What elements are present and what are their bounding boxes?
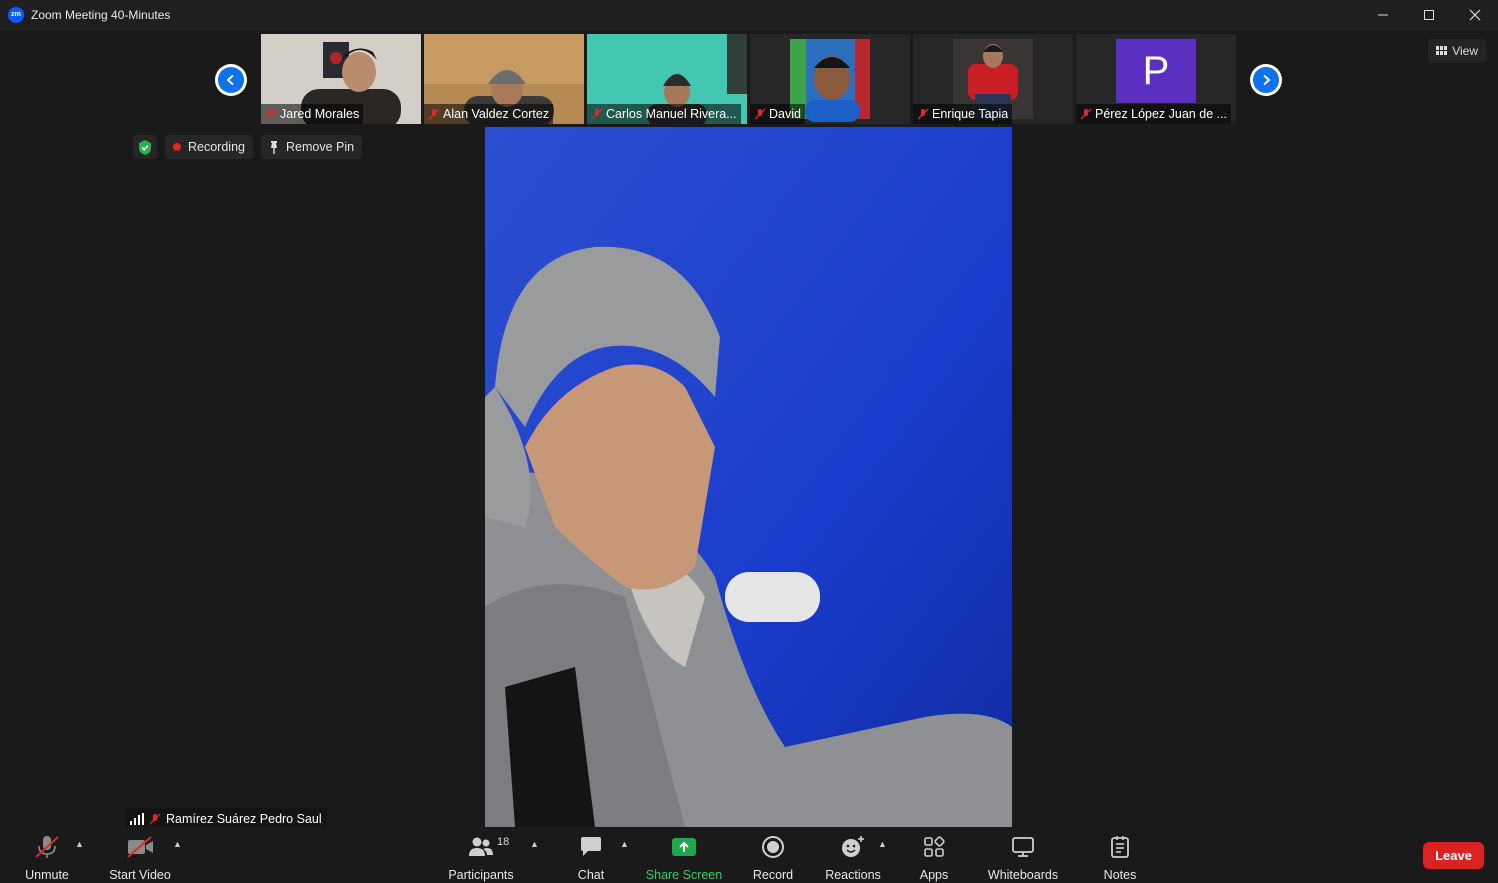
mic-off-icon	[35, 836, 59, 858]
active-speaker-label: Ramírez Suárez Pedro Saul	[125, 808, 327, 829]
chat-icon	[581, 837, 601, 856]
participant-name: Alan Valdez Cortez	[443, 107, 550, 121]
meeting-stage: Jared Morales Alan Valdez Cortez Carlos …	[0, 31, 1498, 829]
recording-dot-icon	[173, 143, 181, 151]
notes-label: Notes	[1103, 868, 1137, 882]
remove-pin-button[interactable]: Remove Pin	[260, 135, 363, 159]
previous-page-button[interactable]	[215, 64, 247, 96]
chevron-left-icon	[226, 74, 234, 86]
recording-label: Recording	[188, 140, 245, 154]
participant-name: David	[769, 107, 801, 121]
mic-muted-icon	[428, 108, 440, 120]
whiteboards-button[interactable]: Whiteboards	[986, 827, 1060, 883]
signal-strength-icon	[130, 812, 144, 825]
minimize-icon	[1378, 14, 1388, 16]
participant-name: Enrique Tapia	[932, 107, 1009, 121]
start-video-button[interactable]: Start Video	[104, 827, 176, 883]
window-controls	[1360, 0, 1498, 30]
minimize-button[interactable]	[1360, 0, 1406, 30]
participant-tile[interactable]: P Pérez López Juan de ...	[1076, 34, 1236, 124]
participants-options-caret-icon[interactable]: ▲	[530, 839, 539, 849]
mic-muted-icon	[754, 108, 766, 120]
participant-name: Carlos Manuel Rivera...	[606, 107, 737, 121]
mic-muted-icon	[1080, 108, 1092, 120]
start-video-label: Start Video	[109, 868, 171, 882]
notes-button[interactable]: Notes	[1100, 827, 1140, 883]
reactions-icon	[842, 836, 864, 857]
video-options-caret-icon[interactable]: ▲	[173, 839, 182, 849]
record-button[interactable]: Record	[750, 827, 796, 883]
window-title: Zoom Meeting 40-Minutes	[31, 7, 171, 22]
chat-button[interactable]: Chat	[570, 827, 612, 883]
pinned-video	[485, 127, 1012, 827]
speaker-video-frame	[485, 127, 1012, 827]
active-speaker-name: Ramírez Suárez Pedro Saul	[166, 811, 322, 826]
shield-check-icon	[139, 139, 151, 155]
close-button[interactable]	[1452, 0, 1498, 30]
mic-muted-icon	[591, 108, 603, 120]
apps-button[interactable]: Apps	[914, 827, 954, 883]
leave-button[interactable]: Leave	[1423, 842, 1484, 869]
participant-tile[interactable]: Alan Valdez Cortez	[424, 34, 584, 124]
share-screen-icon	[672, 838, 696, 856]
participant-strip: Jared Morales Alan Valdez Cortez Carlos …	[261, 34, 1236, 124]
mic-muted-icon	[917, 108, 929, 120]
participants-label: Participants	[448, 868, 514, 882]
next-page-button[interactable]	[1250, 64, 1282, 96]
maximize-icon	[1424, 10, 1434, 20]
chat-options-caret-icon[interactable]: ▲	[620, 839, 629, 849]
pin-icon	[270, 140, 277, 154]
participant-tile[interactable]: Jared Morales	[261, 34, 421, 124]
participant-tile[interactable]: Enrique Tapia	[913, 34, 1073, 124]
chevron-right-icon	[1263, 74, 1271, 86]
meeting-toolbar: Unmute ▲ Start Video ▲ Participants 18 ▲…	[0, 827, 1498, 883]
view-button[interactable]: View	[1428, 39, 1486, 63]
maximize-button[interactable]	[1406, 0, 1452, 30]
security-badge[interactable]	[133, 135, 157, 159]
reactions-options-caret-icon[interactable]: ▲	[878, 839, 887, 849]
close-icon	[1469, 9, 1481, 21]
participant-name: Pérez López Juan de ...	[1095, 107, 1228, 121]
status-row: Recording Remove Pin	[133, 135, 363, 159]
share-screen-button[interactable]: Share Screen	[645, 827, 723, 883]
whiteboards-label: Whiteboards	[987, 868, 1059, 882]
mic-muted-icon	[265, 108, 277, 120]
zoom-logo-icon: zm	[8, 6, 24, 23]
view-label: View	[1452, 44, 1478, 58]
recording-indicator[interactable]: Recording	[165, 135, 253, 159]
reactions-button[interactable]: Reactions	[824, 827, 882, 883]
unmute-button[interactable]: Unmute	[18, 827, 76, 883]
record-icon	[762, 836, 784, 858]
chat-label: Chat	[577, 868, 605, 882]
notes-icon	[1111, 836, 1129, 858]
share-screen-label: Share Screen	[645, 868, 723, 882]
participants-icon	[469, 837, 493, 856]
grid-view-icon	[1436, 46, 1448, 55]
unmute-label: Unmute	[25, 868, 69, 882]
participant-tile[interactable]: Carlos Manuel Rivera...	[587, 34, 747, 124]
participant-avatar: P	[1116, 39, 1196, 103]
apps-label: Apps	[919, 868, 949, 882]
participant-name: Jared Morales	[280, 107, 360, 121]
mic-muted-icon	[149, 813, 161, 824]
whiteboard-icon	[1012, 837, 1034, 857]
title-bar: zm Zoom Meeting 40-Minutes	[0, 0, 1498, 30]
video-off-icon	[127, 836, 153, 858]
remove-pin-label: Remove Pin	[285, 140, 355, 154]
record-label: Record	[752, 868, 794, 882]
audio-options-caret-icon[interactable]: ▲	[75, 839, 84, 849]
participants-count: 18	[497, 836, 510, 848]
reactions-label: Reactions	[825, 868, 881, 882]
participant-tile[interactable]: David	[750, 34, 910, 124]
apps-icon	[924, 836, 945, 857]
